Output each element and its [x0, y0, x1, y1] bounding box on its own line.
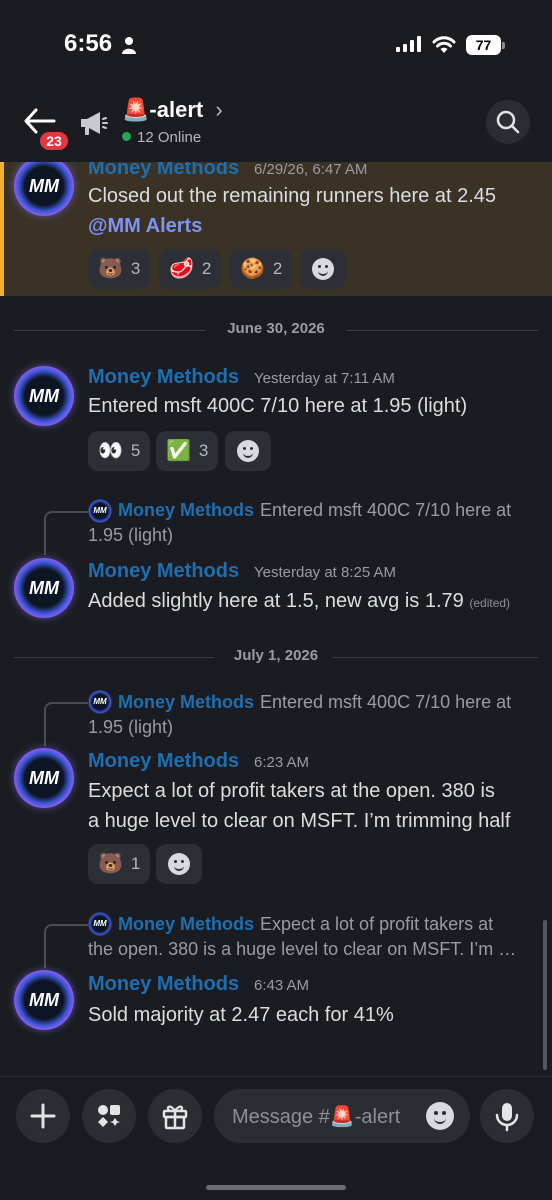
search-button[interactable] [486, 100, 530, 144]
emoji-picker-icon[interactable] [426, 1102, 454, 1130]
gift-icon [162, 1105, 188, 1130]
add-reaction-button[interactable] [300, 249, 346, 289]
reaction[interactable]: 🐻 3 [88, 249, 151, 289]
status-bar: 6:56 77 [0, 0, 552, 92]
cellular-signal-icon [396, 36, 421, 52]
add-reaction-button[interactable] [156, 844, 202, 884]
gift-button[interactable] [148, 1089, 202, 1143]
message-timestamp: Yesterday at 7:11 AM [254, 370, 395, 387]
battery-icon: 77 [466, 35, 506, 55]
message-text: Expect a lot of profit takers at the ope… [88, 780, 511, 832]
siren-emoji: 🚨 [122, 97, 150, 122]
reply-connector [44, 702, 88, 746]
composer-bar: Message #🚨-alert [0, 1076, 552, 1200]
emoji-icon [237, 440, 259, 462]
battery-level: 77 [466, 35, 501, 55]
emoji-icon [168, 853, 190, 875]
unread-badge: 23 [37, 129, 71, 153]
message-list[interactable]: MM Money Methods 6/29/26, 6:47 AM Closed… [0, 162, 552, 1076]
reaction[interactable]: 👀 5 [88, 431, 151, 471]
chevron-right-icon: › [215, 97, 223, 122]
apps-icon [98, 1105, 120, 1127]
channel-title[interactable]: 🚨-alert › [122, 97, 223, 123]
date-divider: June 30, 2026 [14, 320, 538, 340]
reply-author[interactable]: Money Methods [118, 914, 254, 935]
message-timestamp: 6:23 AM [254, 754, 310, 771]
reply-preview-continued[interactable]: the open. 380 is a huge level to clear o… [88, 937, 516, 962]
message-timestamp: Yesterday at 8:25 AM [254, 564, 397, 581]
voice-message-button[interactable] [480, 1089, 534, 1143]
reply-author[interactable]: Money Methods [118, 500, 254, 521]
reply-avatar: MM [88, 690, 112, 714]
channel-name: -alert [149, 97, 204, 122]
message-text: Entered msft 400C 7/10 here at 1.95 (lig… [88, 395, 468, 417]
reaction[interactable]: 🥩 2 [159, 249, 222, 289]
message-author[interactable]: Money Methods [88, 750, 239, 773]
plus-icon [30, 1103, 56, 1129]
scrollbar[interactable] [543, 920, 547, 1070]
avatar[interactable]: MM [14, 558, 74, 618]
reply-preview[interactable]: Entered msft 400C 7/10 here at [260, 498, 511, 523]
add-reaction-button[interactable] [225, 431, 271, 471]
online-count: 12 Online [122, 129, 201, 146]
search-icon [496, 110, 520, 134]
reply-preview[interactable]: Entered msft 400C 7/10 here at [260, 690, 511, 715]
channel-header: 23 🚨-alert › 12 Online [0, 92, 552, 162]
status-time: 6:56 [64, 30, 113, 57]
apps-button[interactable] [82, 1089, 136, 1143]
edited-label: (edited) [469, 596, 511, 610]
message-author[interactable]: Money Methods [88, 366, 239, 389]
reply-connector [44, 924, 88, 968]
microphone-icon [495, 1103, 519, 1132]
mention[interactable]: @MM Alerts [88, 215, 202, 237]
reply-preview-continued[interactable]: 1.95 (light) [88, 523, 173, 548]
message-author[interactable]: Money Methods [88, 162, 239, 180]
emoji-icon [312, 258, 334, 280]
date-divider: July 1, 2026 [14, 647, 538, 667]
message-timestamp: 6:43 AM [254, 977, 310, 994]
message-placeholder: Message #🚨-alert [232, 1106, 401, 1128]
reply-preview-continued[interactable]: 1.95 (light) [88, 715, 173, 740]
reply-preview[interactable]: Expect a lot of profit takers at [260, 912, 493, 937]
megaphone-icon [81, 112, 108, 135]
reply-avatar: MM [88, 499, 112, 523]
person-icon [122, 37, 136, 54]
avatar[interactable]: MM [14, 970, 74, 1030]
reaction[interactable]: 🍪 2 [230, 249, 293, 289]
message-text: Closed out the remaining runners here at… [88, 185, 497, 237]
add-attachment-button[interactable] [16, 1089, 70, 1143]
home-indicator [206, 1185, 346, 1190]
message-author[interactable]: Money Methods [88, 973, 239, 996]
reply-connector [44, 511, 88, 555]
message-text: Sold majority at 2.47 each for 41% [88, 1004, 394, 1026]
message-timestamp: 6/29/26, 6:47 AM [254, 162, 368, 178]
reply-author[interactable]: Money Methods [118, 692, 254, 713]
message-input[interactable]: Message #🚨-alert [214, 1089, 470, 1143]
reaction[interactable]: ✅ 3 [156, 431, 219, 471]
avatar[interactable]: MM [14, 366, 74, 426]
message-text: Added slightly here at 1.5, new avg is 1… [88, 590, 511, 612]
wifi-icon [432, 36, 456, 53]
reaction[interactable]: 🐻 1 [88, 844, 151, 884]
avatar[interactable]: MM [14, 748, 74, 808]
message-author[interactable]: Money Methods [88, 560, 239, 583]
online-dot [122, 132, 131, 141]
avatar[interactable]: MM [14, 162, 74, 216]
reply-avatar: MM [88, 912, 112, 936]
